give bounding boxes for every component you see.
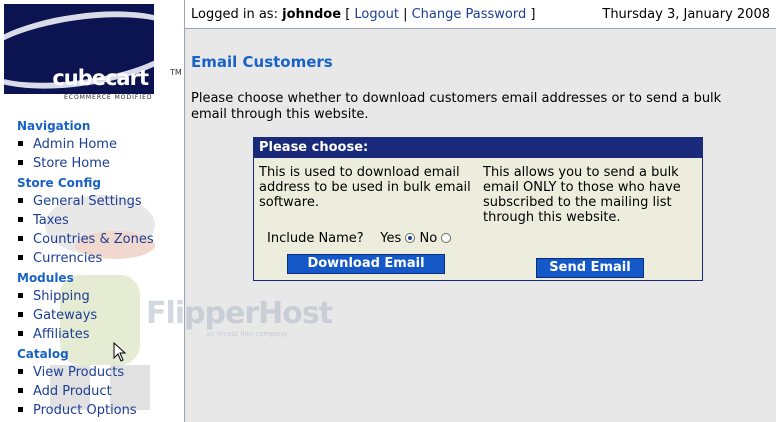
- nav-item-label: Countries & Zones: [33, 232, 154, 247]
- nav-item-label: Gateways: [33, 308, 98, 323]
- nav-item-view-products[interactable]: View Products: [18, 365, 124, 380]
- download-description: This is used to download email address t…: [259, 165, 471, 210]
- bracket-close: ]: [530, 7, 536, 22]
- no-label: No: [419, 231, 438, 246]
- include-name-yes-radio[interactable]: [405, 232, 416, 243]
- nav-item-currencies[interactable]: Currencies: [18, 251, 102, 266]
- bullet-icon: [18, 312, 23, 317]
- nav-item-shipping[interactable]: Shipping: [18, 289, 90, 304]
- logout-link[interactable]: Logout: [354, 7, 399, 22]
- nav-item-label: Affiliates: [33, 327, 90, 342]
- bullet-icon: [18, 293, 23, 298]
- yes-label: Yes: [380, 231, 402, 246]
- bullet-icon: [18, 331, 23, 336]
- logo-trademark: TM: [170, 68, 182, 77]
- bullet-icon: [18, 141, 23, 146]
- username: johndoe: [282, 7, 342, 22]
- login-status: Logged in as: johndoe [ Logout | Change …: [191, 7, 535, 22]
- send-email-button[interactable]: Send Email: [536, 258, 644, 278]
- choice-panel: Please choose: This is used to download …: [253, 137, 703, 281]
- flipperhost-watermark-subtitle: an invest lion company: [206, 330, 288, 338]
- logo-wordmark: cubecart: [52, 66, 149, 90]
- nav-item-label: View Products: [33, 365, 125, 380]
- nav-item-affiliates[interactable]: Affiliates: [18, 327, 90, 342]
- nav-item-product-options[interactable]: Product Options: [18, 403, 137, 418]
- nav-item-label: Currencies: [33, 251, 103, 266]
- bullet-icon: [18, 236, 23, 241]
- bullet-icon: [18, 217, 23, 222]
- nav-heading-modules: Modules: [17, 271, 74, 285]
- nav-item-general-settings[interactable]: General Settings: [18, 194, 142, 209]
- bullet-icon: [18, 388, 23, 393]
- bullet-icon: [18, 407, 23, 412]
- page-title: Email Customers: [191, 53, 333, 71]
- nav-item-add-product[interactable]: Add Product: [18, 384, 112, 399]
- send-description: This allows you to send a bulk email ONL…: [483, 165, 681, 225]
- choice-panel-heading: Please choose:: [254, 138, 702, 158]
- nav-item-gateways[interactable]: Gateways: [18, 308, 97, 323]
- sidebar: cubecart TM ECOMMERCE MODIFIED Navigatio…: [0, 0, 185, 422]
- main-content: Email Customers Please choose whether to…: [185, 29, 776, 422]
- nav-item-label: Product Options: [33, 403, 137, 418]
- nav-item-label: Store Home: [33, 156, 110, 171]
- logo-subtitle: ECOMMERCE MODIFIED: [64, 94, 153, 101]
- change-password-link[interactable]: Change Password: [412, 7, 527, 22]
- nav-item-label: Shipping: [33, 289, 90, 304]
- cubecart-logo[interactable]: cubecart: [4, 4, 154, 94]
- intro-text: Please choose whether to download custom…: [191, 91, 722, 122]
- include-name-no-radio[interactable]: [441, 232, 452, 243]
- current-date: Thursday 3, January 2008: [602, 7, 770, 22]
- nav-item-taxes[interactable]: Taxes: [18, 213, 69, 228]
- nav-item-store-home[interactable]: Store Home: [18, 156, 110, 171]
- nav-item-label: Admin Home: [33, 137, 117, 152]
- flipperhost-watermark: FlipperHost: [146, 296, 333, 331]
- include-name-row: Include Name? Yes No: [267, 231, 452, 246]
- download-email-button[interactable]: Download Email: [287, 254, 445, 274]
- mouse-cursor-icon: [113, 342, 127, 362]
- bullet-icon: [18, 369, 23, 374]
- top-bar: Logged in as: johndoe [ Logout | Change …: [185, 0, 776, 29]
- link-separator: |: [403, 7, 408, 22]
- nav-item-label: Add Product: [33, 384, 112, 399]
- nav-item-label: Taxes: [33, 213, 69, 228]
- nav-item-label: General Settings: [33, 194, 142, 209]
- nav-heading-navigation: Navigation: [17, 119, 91, 133]
- bullet-icon: [18, 160, 23, 165]
- nav-heading-store-config: Store Config: [17, 176, 101, 190]
- logged-in-label: Logged in as:: [191, 7, 278, 22]
- nav-item-countries-zones[interactable]: Countries & Zones: [18, 232, 154, 247]
- include-name-label: Include Name?: [267, 231, 364, 246]
- nav-heading-catalog: Catalog: [17, 347, 69, 361]
- bullet-icon: [18, 255, 23, 260]
- nav-item-admin-home[interactable]: Admin Home: [18, 137, 117, 152]
- bracket-open: [: [345, 7, 351, 22]
- bullet-icon: [18, 198, 23, 203]
